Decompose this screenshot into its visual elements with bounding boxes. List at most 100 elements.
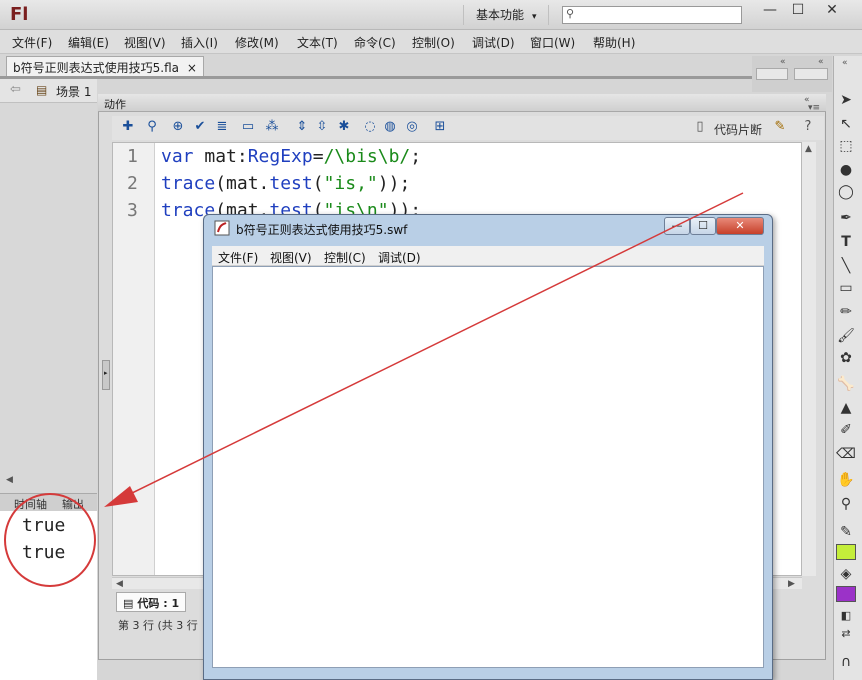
code-tab[interactable]: ▤ 代码 : 1 — [116, 592, 187, 612]
menu-window[interactable]: 窗口(W) — [530, 34, 575, 51]
document-tab-label: b符号正则表达式使用技巧5.fla — [13, 61, 179, 75]
scroll-left-icon[interactable]: ◀ — [116, 579, 123, 589]
zoom-tool-icon[interactable]: ⚲ — [836, 494, 856, 514]
scene-icon: ▤ — [36, 83, 48, 97]
collapse-selection-icon[interactable]: ⇳ — [314, 119, 330, 135]
pencil-tool-icon[interactable]: ✏ — [836, 302, 856, 322]
tab-close-icon[interactable]: × — [187, 61, 197, 75]
swf-close-button[interactable]: ✕ — [716, 217, 764, 235]
swf-minimize-button[interactable]: — — [664, 217, 690, 235]
swf-maximize-button[interactable]: ☐ — [690, 217, 716, 235]
code-snippets-icon[interactable]: ▯ — [692, 119, 708, 135]
eyedropper-tool-icon[interactable]: ✐ — [836, 420, 856, 440]
debug-options-icon[interactable]: ⁂ — [264, 119, 280, 135]
panel-collapse-icon[interactable]: « — [818, 57, 824, 67]
maximize-button[interactable]: ☐ — [784, 2, 812, 20]
close-button[interactable]: ✕ — [818, 2, 846, 20]
menu-modify[interactable]: 修改(M) — [235, 34, 279, 51]
bone-tool-icon[interactable]: 🦴 — [836, 374, 856, 394]
menu-control[interactable]: 控制(O) — [412, 34, 455, 51]
apply-block-comment-icon[interactable]: ◌ — [362, 119, 378, 135]
snap-to-objects-icon[interactable]: ∩ — [836, 652, 856, 672]
collapsed-panels[interactable]: « « — [752, 56, 832, 92]
scroll-left-icon[interactable]: ◀ — [6, 475, 13, 485]
selection-tool-icon[interactable]: ➤ — [836, 90, 856, 110]
sidebar-collapse-handle[interactable]: ▸ — [102, 360, 110, 390]
help-search-input[interactable]: ⚲ — [562, 6, 742, 24]
swap-colors-icon[interactable]: ⇄ — [836, 624, 856, 644]
code-line: trace(mat.test("is,")); — [161, 173, 411, 194]
deco-tool-icon[interactable]: ✿ — [836, 348, 856, 368]
code-line: var mat:RegExp=/\bis\b/; — [161, 146, 422, 167]
scroll-up-icon[interactable]: ▲ — [805, 144, 812, 154]
find-icon[interactable]: ⚲ — [144, 119, 160, 135]
remove-comment-icon[interactable]: ◎ — [404, 119, 420, 135]
panel-stub[interactable] — [756, 68, 788, 80]
lasso-tool-icon[interactable]: ◯ — [836, 182, 856, 202]
document-tab[interactable]: b符号正则表达式使用技巧5.fla × — [6, 56, 204, 76]
code-tab-label: 代码 : 1 — [137, 597, 180, 610]
3d-rotation-tool-icon[interactable]: ● — [836, 160, 856, 180]
show-toolbox-icon[interactable]: ⊞ — [432, 119, 448, 135]
stroke-color-icon[interactable]: ✎ — [836, 522, 856, 542]
workspace-switcher[interactable]: 基本功能 ▾ — [463, 5, 549, 25]
menu-insert[interactable]: 插入(I) — [181, 34, 218, 51]
menu-edit[interactable]: 编辑(E) — [68, 34, 109, 51]
panel-menu-icon[interactable]: ▾≡ — [808, 103, 820, 113]
help-icon[interactable]: ? — [800, 119, 816, 135]
editor-vertical-scrollbar[interactable]: ▲ — [802, 142, 816, 576]
apply-line-comment-icon[interactable]: ◍ — [382, 119, 398, 135]
swf-window-title: b符号正则表达式使用技巧5.swf — [236, 223, 408, 237]
flash-player-icon — [214, 220, 230, 236]
panel-collapse-icon[interactable]: « — [842, 58, 848, 68]
expand-arrow-icon: ▸ — [104, 369, 108, 377]
scene-label: 场景 1 — [56, 85, 92, 99]
document-tab-strip — [0, 76, 752, 79]
check-syntax-icon[interactable]: ✔ — [192, 119, 208, 135]
swf-menu-debug[interactable]: 调试(D) — [378, 249, 421, 266]
collapse-between-braces-icon[interactable]: ⇕ — [294, 119, 310, 135]
eraser-tool-icon[interactable]: ⌫ — [836, 444, 856, 464]
menu-text[interactable]: 文本(T) — [297, 34, 338, 51]
swf-menu-file[interactable]: 文件(F) — [218, 249, 258, 266]
target-path-icon[interactable]: ⊕ — [170, 119, 186, 135]
paint-bucket-tool-icon[interactable]: ▲ — [836, 398, 856, 418]
stroke-color-swatch[interactable] — [836, 544, 856, 560]
script-icon: ▤ — [123, 597, 134, 610]
code-hint-icon[interactable]: ▭ — [240, 119, 256, 135]
auto-format-icon[interactable]: ≣ — [214, 119, 230, 135]
swf-menu-view[interactable]: 视图(V) — [270, 249, 312, 266]
expand-all-icon[interactable]: ✱ — [336, 119, 352, 135]
menu-view[interactable]: 视图(V) — [124, 34, 166, 51]
stage-area[interactable]: ◀ — [0, 103, 97, 493]
text-tool-icon[interactable]: T — [836, 232, 856, 252]
black-white-icon[interactable]: ◧ — [836, 606, 856, 626]
menu-file[interactable]: 文件(F) — [12, 34, 52, 51]
panel-collapse-icon[interactable]: « — [780, 57, 786, 67]
code-snippets-label[interactable]: 代码片断 — [714, 121, 762, 138]
hand-tool-icon[interactable]: ✋ — [836, 470, 856, 490]
subselection-tool-icon[interactable]: ↖ — [836, 114, 856, 134]
swf-menubar: 文件(F) 视图(V) 控制(C) 调试(D) — [212, 246, 764, 266]
scroll-right-icon[interactable]: ▶ — [788, 579, 795, 589]
menu-help[interactable]: 帮助(H) — [593, 34, 635, 51]
fill-color-icon[interactable]: ◈ — [836, 564, 856, 584]
panel-stub[interactable] — [794, 68, 828, 80]
minimize-button[interactable]: — — [756, 2, 784, 20]
fill-color-swatch[interactable] — [836, 586, 856, 602]
menu-commands[interactable]: 命令(C) — [354, 34, 396, 51]
annotation-circle — [4, 493, 96, 587]
brush-tool-icon[interactable]: 🖌 — [836, 326, 856, 346]
add-statement-icon[interactable]: ✚ — [120, 119, 136, 135]
wizard-icon[interactable]: ✎ — [772, 119, 788, 135]
pen-tool-icon[interactable]: ✒ — [836, 208, 856, 228]
menu-debug[interactable]: 调试(D) — [472, 34, 515, 51]
line-tool-icon[interactable]: ╲ — [836, 256, 856, 276]
search-icon: ⚲ — [566, 7, 575, 20]
line-number: 3 — [127, 200, 138, 221]
rectangle-tool-icon[interactable]: ▭ — [836, 278, 856, 298]
back-arrow-icon[interactable]: ⇦ — [10, 82, 21, 97]
menubar: 文件(F) 编辑(E) 视图(V) 插入(I) 修改(M) 文本(T) 命令(C… — [0, 30, 862, 54]
swf-menu-control[interactable]: 控制(C) — [324, 249, 366, 266]
free-transform-tool-icon[interactable]: ⬚ — [836, 136, 856, 156]
